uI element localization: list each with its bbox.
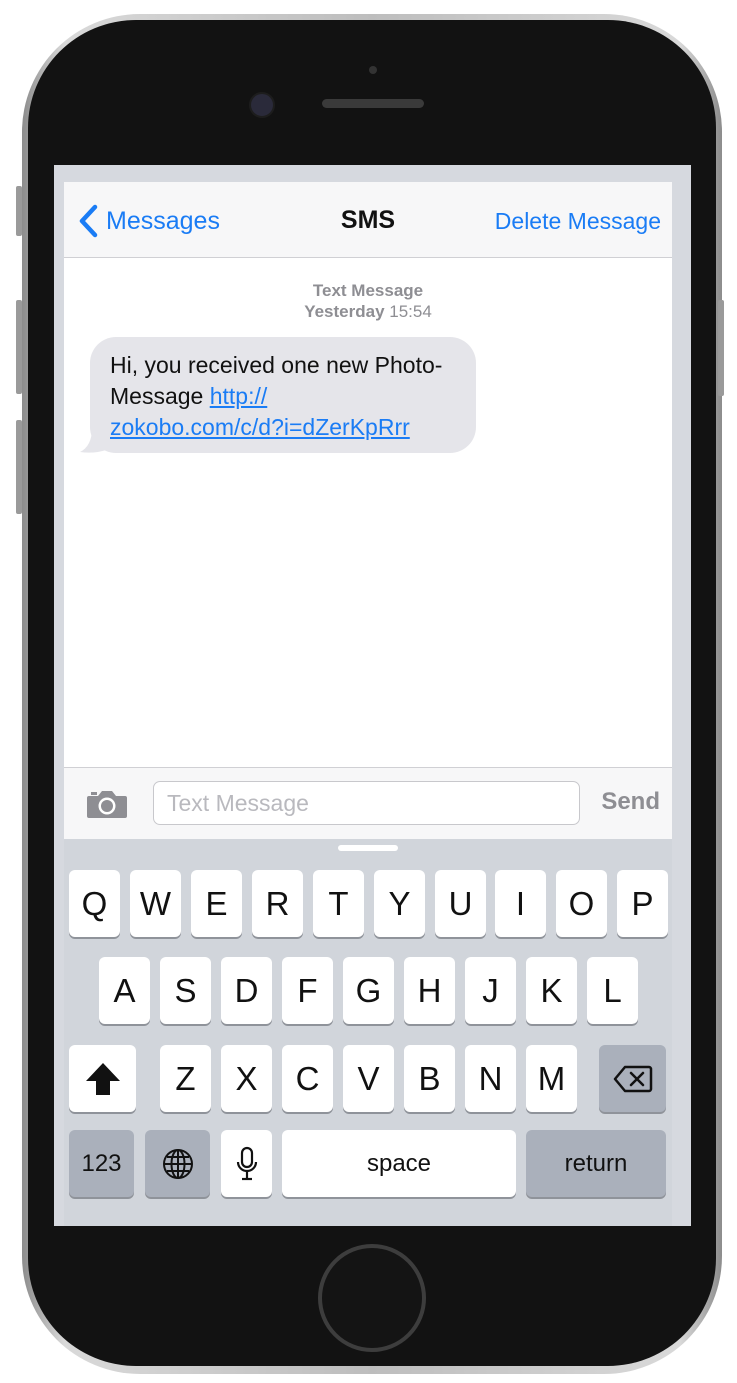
service-label: Text Message <box>312 281 424 300</box>
key-e[interactable]: E <box>191 870 242 937</box>
backspace-icon <box>613 1065 652 1092</box>
shift-key[interactable] <box>69 1045 136 1112</box>
key-g[interactable]: G <box>343 957 394 1024</box>
dictation-key[interactable] <box>221 1130 272 1197</box>
key-c[interactable]: C <box>282 1045 333 1112</box>
volume-up-button <box>16 300 22 394</box>
key-u[interactable]: U <box>435 870 486 937</box>
camera-icon <box>87 791 127 818</box>
key-y[interactable]: Y <box>374 870 425 937</box>
key-x[interactable]: X <box>221 1045 272 1112</box>
camera-button[interactable] <box>86 788 128 825</box>
earpiece-speaker <box>322 99 424 108</box>
keyboard: Q W E R T Y U I O P A S D F G H J K L Z … <box>64 839 672 1226</box>
screen: Messages SMS Delete Message Text Message… <box>54 165 691 1226</box>
send-button[interactable]: Send <box>601 788 660 816</box>
key-z[interactable]: Z <box>160 1045 211 1112</box>
time-label: 15:54 <box>389 302 432 321</box>
date-label: Yesterday <box>304 302 385 321</box>
key-p[interactable]: P <box>617 870 668 937</box>
delete-message-button[interactable]: Delete Message <box>495 208 661 235</box>
key-a[interactable]: A <box>99 957 150 1024</box>
key-f[interactable]: F <box>282 957 333 1024</box>
key-i[interactable]: I <box>495 870 546 937</box>
message-text: Hi, you received one new Photo-Message <box>110 352 443 409</box>
key-m[interactable]: M <box>526 1045 577 1112</box>
proximity-sensor <box>369 66 377 74</box>
message-link-part2: zokobo.com/c/d?i=dZerKpRrr <box>110 414 410 440</box>
globe-icon <box>162 1148 193 1179</box>
message-input[interactable] <box>153 781 580 825</box>
key-s[interactable]: S <box>160 957 211 1024</box>
key-v[interactable]: V <box>343 1045 394 1112</box>
key-d[interactable]: D <box>221 957 272 1024</box>
backspace-key[interactable] <box>599 1045 666 1112</box>
key-j[interactable]: J <box>465 957 516 1024</box>
globe-key[interactable] <box>145 1130 210 1197</box>
microphone-icon <box>236 1146 257 1180</box>
navigation-bar: Messages SMS Delete Message <box>64 182 672 258</box>
message-meta: Text Message Yesterday 15:54 <box>64 280 672 322</box>
key-o[interactable]: O <box>556 870 607 937</box>
key-w[interactable]: W <box>130 870 181 937</box>
power-button <box>718 300 724 396</box>
key-k[interactable]: K <box>526 957 577 1024</box>
key-h[interactable]: H <box>404 957 455 1024</box>
shift-icon <box>85 1062 120 1095</box>
messages-app: Messages SMS Delete Message Text Message… <box>64 182 672 1226</box>
home-button[interactable] <box>318 1244 426 1352</box>
key-n[interactable]: N <box>465 1045 516 1112</box>
keyboard-grabber[interactable] <box>338 845 398 851</box>
key-r[interactable]: R <box>252 870 303 937</box>
return-key[interactable]: return <box>526 1130 666 1197</box>
space-key[interactable]: space <box>282 1130 516 1197</box>
key-q[interactable]: Q <box>69 870 120 937</box>
front-camera <box>249 92 275 118</box>
mute-switch <box>16 186 22 236</box>
compose-bar: Send <box>64 767 672 840</box>
key-l[interactable]: L <box>587 957 638 1024</box>
key-b[interactable]: B <box>404 1045 455 1112</box>
numbers-key[interactable]: 123 <box>69 1130 134 1197</box>
message-link-part1: http:// <box>209 383 268 409</box>
volume-down-button <box>16 420 22 514</box>
key-t[interactable]: T <box>313 870 364 937</box>
message-bubble: Hi, you received one new Photo-Message h… <box>90 337 476 453</box>
